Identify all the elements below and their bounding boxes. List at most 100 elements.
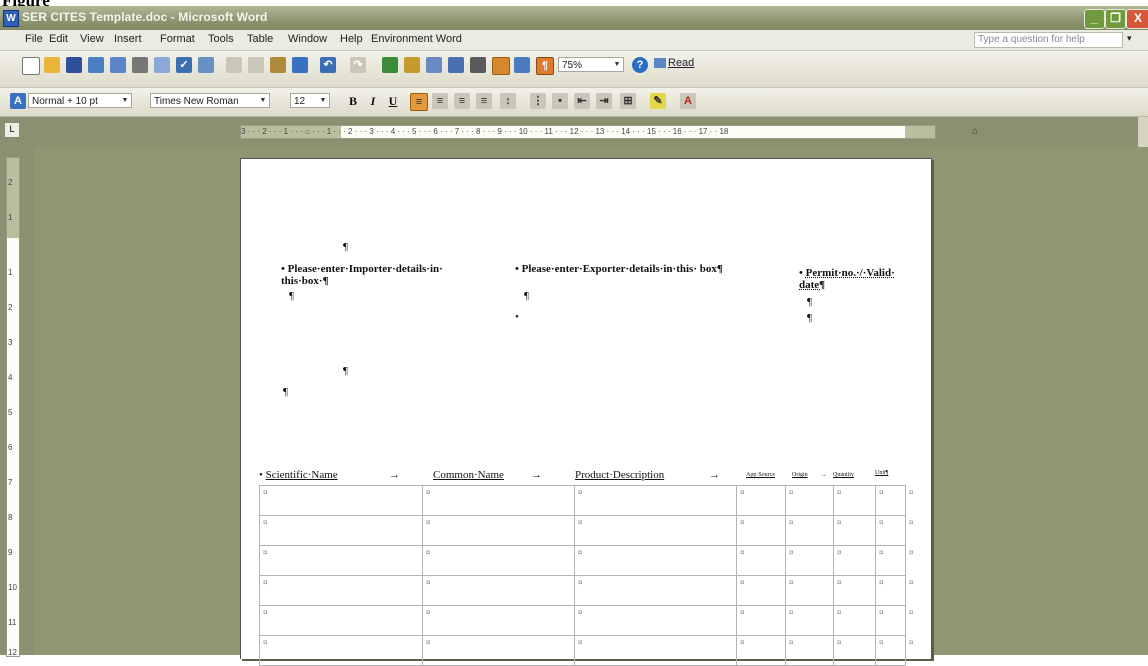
table-cell[interactable]: ¤ [422,605,575,636]
horizontal-ruler[interactable]: 3 · · · 2 · · · 1 · · · ⌂ · · · 1 · · · … [240,125,936,139]
spelling-icon[interactable]: ✓ [176,57,192,73]
align-left-icon[interactable]: ≡ [410,93,428,111]
paste-icon[interactable] [270,57,286,73]
email-icon[interactable] [110,57,126,73]
importer-placeholder[interactable]: • Please·enter·Importer·details·in· this… [281,263,481,287]
zoom-select[interactable]: 75% ▼ [558,57,624,72]
menu-window[interactable]: Window [288,33,327,45]
increase-indent-icon[interactable]: ⇥ [596,93,612,109]
table-cell[interactable]: ¤ [875,545,906,576]
table-cell[interactable]: ¤ [875,485,906,516]
table-cell[interactable]: ¤ [736,635,786,666]
table-cell[interactable]: ¤ [875,575,906,606]
right-indent-icon[interactable]: ⌂ [972,126,978,137]
table-cell[interactable]: ¤ [422,485,575,516]
style-select[interactable]: Normal + 10 pt ▼ [28,93,132,108]
tab-selector-icon[interactable]: L [4,122,20,138]
table-cell[interactable]: ¤ [785,575,834,606]
table-cell[interactable]: ¤ [574,605,737,636]
menu-insert[interactable]: Insert [114,33,142,45]
document-map-icon[interactable] [514,57,530,73]
table-cell[interactable]: ¤ [736,485,786,516]
font-color-icon[interactable]: A [680,93,696,109]
table-cell[interactable]: ¤ [875,515,906,546]
menu-help[interactable]: Help [340,33,363,45]
menu-view[interactable]: View [80,33,104,45]
read-button[interactable]: Read [654,57,694,69]
table-cell[interactable]: ¤ [833,605,876,636]
menu-format[interactable]: Format [160,33,195,45]
columns-icon[interactable] [470,57,486,73]
table-cell[interactable]: ¤ [875,635,906,666]
table-cell[interactable]: ¤ [259,575,423,606]
table-cell[interactable]: ¤ [833,635,876,666]
copy-icon[interactable] [248,57,264,73]
table-cell[interactable]: ¤ [736,545,786,576]
permit-placeholder[interactable]: • Permit·no.·/·Valid· date¶ [799,267,919,291]
table-cell[interactable]: ¤ [259,515,423,546]
show-hide-icon[interactable]: ¶ [536,57,554,75]
restore-button[interactable]: ❐ [1105,9,1126,29]
font-select[interactable]: Times New Roman ▼ [150,93,270,108]
menu-environment-word[interactable]: Environment Word [371,33,462,45]
italic-button[interactable]: I [365,93,381,109]
table-cell[interactable]: ¤ [259,605,423,636]
table-cell[interactable]: ¤ [785,485,834,516]
table-cell[interactable]: ¤ [574,575,737,606]
bullets-icon[interactable]: • [552,93,568,109]
tables-borders-icon[interactable] [404,57,420,73]
insert-table-icon[interactable] [426,57,442,73]
borders-icon[interactable]: ⊞ [620,93,636,109]
table-cell[interactable]: ¤ [422,515,575,546]
table-cell[interactable]: ¤ [875,605,906,636]
new-document-icon[interactable] [22,57,40,75]
font-size-select[interactable]: 12 ▼ [290,93,330,108]
table-cell[interactable]: ¤ [785,605,834,636]
table-cell[interactable]: ¤ [259,635,423,666]
insert-excel-icon[interactable] [448,57,464,73]
menu-edit[interactable]: Edit [49,33,68,45]
table-cell[interactable]: ¤ [422,635,575,666]
table-cell[interactable]: ¤ [736,605,786,636]
table-cell[interactable]: ¤ [736,515,786,546]
menu-tools[interactable]: Tools [208,33,234,45]
decrease-indent-icon[interactable]: ⇤ [574,93,590,109]
table-cell[interactable]: ¤ [785,515,834,546]
research-icon[interactable] [198,57,214,73]
align-center-icon[interactable]: ≡ [432,93,448,109]
format-painter-icon[interactable] [292,57,308,73]
save-icon[interactable] [66,57,82,73]
table-cell[interactable]: ¤ [422,545,575,576]
word-app-icon[interactable]: W [3,10,19,27]
table-cell[interactable]: ¤ [833,575,876,606]
highlight-icon[interactable]: ✎ [650,93,666,109]
help-search-input[interactable]: Type a question for help [974,32,1123,48]
hyperlink-icon[interactable] [382,57,398,73]
table-cell[interactable]: ¤ [259,545,423,576]
help-dropdown-icon[interactable]: ▾ [1127,33,1132,44]
table-cell[interactable]: ¤ [259,485,423,516]
help-icon[interactable]: ? [632,57,648,73]
table-cell[interactable]: ¤ [422,575,575,606]
vertical-ruler[interactable]: 2 1 1 2 3 4 5 6 7 8 9 10 11 12 [0,147,34,657]
table-cell[interactable]: ¤ [574,635,737,666]
undo-icon[interactable]: ↶ [320,57,336,73]
underline-button[interactable]: U [385,93,401,109]
table-cell[interactable]: ¤ [574,545,737,576]
redo-icon[interactable]: ↷ [350,57,366,73]
table-cell[interactable]: ¤ [785,635,834,666]
close-button[interactable]: X [1126,9,1148,29]
print-preview-icon[interactable] [154,57,170,73]
numbering-icon[interactable]: ⋮ [530,93,546,109]
table-cell[interactable]: ¤ [785,545,834,576]
menu-table[interactable]: Table [247,33,273,45]
table-cell[interactable]: ¤ [574,485,737,516]
bold-button[interactable]: B [345,93,361,109]
table-cell[interactable]: ¤ [833,545,876,576]
drawing-icon[interactable] [492,57,510,75]
styles-formatting-icon[interactable]: A [10,93,26,109]
justify-icon[interactable]: ≡ [476,93,492,109]
menu-file[interactable]: File [25,33,43,45]
exporter-placeholder[interactable]: • Please·enter·Exporter·details·in·this·… [515,263,735,275]
permission-icon[interactable] [88,57,104,73]
